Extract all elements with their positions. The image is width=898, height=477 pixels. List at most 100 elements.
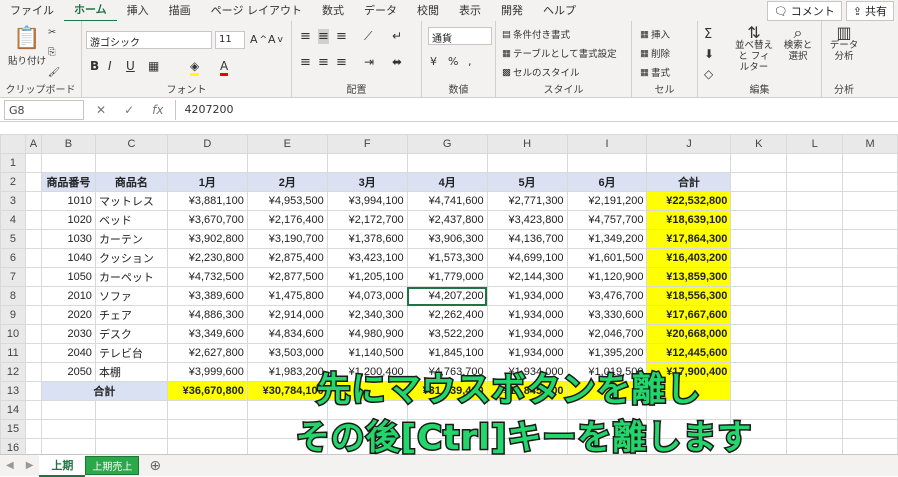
cell[interactable]: ¥20,668,000 bbox=[646, 324, 732, 344]
column-header-l[interactable]: L bbox=[786, 134, 844, 154]
conditional-format-button[interactable]: ▤ 条件付き書式 bbox=[502, 27, 570, 42]
cell[interactable] bbox=[730, 153, 788, 173]
cell[interactable]: ¥1,934,000 bbox=[486, 343, 568, 363]
cell[interactable] bbox=[842, 267, 898, 287]
cell[interactable]: 2010 bbox=[40, 286, 96, 306]
cell[interactable]: ¥3,670,700 bbox=[166, 210, 248, 230]
column-header-c[interactable]: C bbox=[94, 134, 168, 154]
cell[interactable]: ¥2,191,200 bbox=[566, 191, 648, 211]
column-header-h[interactable]: H bbox=[486, 134, 568, 154]
cell[interactable] bbox=[40, 153, 96, 173]
cell[interactable] bbox=[246, 153, 328, 173]
table-header-cell[interactable]: 商品名 bbox=[94, 172, 168, 192]
column-header-j[interactable]: J bbox=[646, 134, 732, 154]
column-header-k[interactable]: K bbox=[730, 134, 788, 154]
cell[interactable] bbox=[24, 153, 42, 173]
underline-icon[interactable]: U bbox=[126, 59, 135, 73]
cell[interactable]: カーペット bbox=[94, 267, 168, 287]
cell[interactable] bbox=[94, 153, 168, 173]
tab-home[interactable]: ホーム bbox=[64, 0, 117, 22]
cell[interactable] bbox=[786, 153, 844, 173]
align-middle-icon[interactable]: ≡ bbox=[318, 29, 329, 44]
cell[interactable]: ベッド bbox=[94, 210, 168, 230]
cell[interactable]: ¥2,230,800 bbox=[166, 248, 248, 268]
column-header-i[interactable]: I bbox=[566, 134, 648, 154]
row-header-1[interactable]: 1 bbox=[0, 153, 26, 173]
insert-cells-button[interactable]: ▦ 挿入 bbox=[640, 27, 670, 42]
cell[interactable]: ¥1,934,000 bbox=[486, 305, 568, 325]
tab-developer[interactable]: 開発 bbox=[491, 0, 533, 21]
column-header-g[interactable]: G bbox=[406, 134, 488, 154]
cell[interactable]: ¥4,980,900 bbox=[326, 324, 408, 344]
cell[interactable] bbox=[842, 305, 898, 325]
cell[interactable]: 1010 bbox=[40, 191, 96, 211]
currency-icon[interactable]: ¥ bbox=[430, 55, 437, 68]
cell[interactable] bbox=[786, 248, 844, 268]
cell[interactable]: ¥2,627,800 bbox=[166, 343, 248, 363]
cell[interactable] bbox=[842, 343, 898, 363]
cell[interactable]: ¥1,120,900 bbox=[566, 267, 648, 287]
orientation-icon[interactable]: ⟋ bbox=[364, 29, 372, 44]
enter-icon[interactable]: ✓ bbox=[124, 103, 134, 117]
cell[interactable]: ¥2,771,300 bbox=[486, 191, 568, 211]
cell[interactable] bbox=[24, 343, 42, 363]
tab-insert[interactable]: 挿入 bbox=[117, 0, 159, 21]
cell[interactable]: ¥22,532,800 bbox=[646, 191, 732, 211]
cell[interactable]: ¥3,190,700 bbox=[246, 229, 328, 249]
share-button[interactable]: ⇪ 共有 bbox=[845, 1, 894, 21]
cell[interactable] bbox=[842, 286, 898, 306]
select-all-corner[interactable] bbox=[0, 134, 26, 154]
cell[interactable] bbox=[786, 286, 844, 306]
cell[interactable]: ¥3,349,600 bbox=[166, 324, 248, 344]
cell[interactable]: ¥4,834,600 bbox=[246, 324, 328, 344]
table-header-cell[interactable]: 合計 bbox=[646, 172, 732, 192]
tab-draw[interactable]: 描画 bbox=[159, 0, 201, 21]
italic-icon[interactable]: I bbox=[108, 59, 112, 73]
cell[interactable]: 1040 bbox=[40, 248, 96, 268]
format-cells-button[interactable]: ▦ 書式 bbox=[640, 65, 670, 80]
cell[interactable]: ¥2,340,300 bbox=[326, 305, 408, 325]
cell[interactable]: 2030 bbox=[40, 324, 96, 344]
cell[interactable]: ¥2,914,000 bbox=[246, 305, 328, 325]
cell[interactable]: マットレス bbox=[94, 191, 168, 211]
column-header-f[interactable]: F bbox=[326, 134, 408, 154]
tab-view[interactable]: 表示 bbox=[449, 0, 491, 21]
cell[interactable]: ¥1,845,100 bbox=[406, 343, 488, 363]
cell[interactable]: ¥1,934,000 bbox=[486, 324, 568, 344]
cell[interactable]: カーテン bbox=[94, 229, 168, 249]
row-header-10[interactable]: 10 bbox=[0, 324, 26, 344]
cell[interactable] bbox=[842, 210, 898, 230]
table-header-cell[interactable]: 4月 bbox=[406, 172, 488, 192]
cell[interactable]: ¥4,886,300 bbox=[166, 305, 248, 325]
cell[interactable] bbox=[786, 324, 844, 344]
cell[interactable]: ¥2,046,700 bbox=[566, 324, 648, 344]
cell[interactable]: ソファ bbox=[94, 286, 168, 306]
cell[interactable]: ¥12,445,600 bbox=[646, 343, 732, 363]
cell[interactable] bbox=[24, 324, 42, 344]
cell[interactable]: ¥4,136,700 bbox=[486, 229, 568, 249]
bold-icon[interactable]: B bbox=[90, 59, 99, 73]
tab-page-layout[interactable]: ページ レイアウト bbox=[201, 0, 312, 21]
cell[interactable]: ¥4,953,500 bbox=[246, 191, 328, 211]
cell[interactable]: 2040 bbox=[40, 343, 96, 363]
cell[interactable] bbox=[730, 210, 788, 230]
cell[interactable] bbox=[786, 305, 844, 325]
fill-color-icon[interactable]: ◈ bbox=[190, 59, 200, 76]
cell[interactable] bbox=[842, 153, 898, 173]
cell[interactable] bbox=[842, 172, 898, 192]
cell[interactable]: ¥4,207,200 bbox=[406, 286, 488, 306]
cell[interactable]: ¥3,423,100 bbox=[326, 248, 408, 268]
font-color-icon[interactable]: A bbox=[220, 59, 229, 76]
cell[interactable] bbox=[786, 267, 844, 287]
cell[interactable] bbox=[786, 229, 844, 249]
column-header-a[interactable]: A bbox=[24, 134, 42, 154]
row-header-11[interactable]: 11 bbox=[0, 343, 26, 363]
cell[interactable] bbox=[24, 248, 42, 268]
cell[interactable]: ¥1,934,000 bbox=[486, 286, 568, 306]
cell[interactable]: ¥4,073,000 bbox=[326, 286, 408, 306]
cell[interactable] bbox=[24, 210, 42, 230]
tab-review[interactable]: 校閲 bbox=[407, 0, 449, 21]
table-header-cell[interactable]: 3月 bbox=[326, 172, 408, 192]
cell[interactable]: デスク bbox=[94, 324, 168, 344]
cell[interactable] bbox=[24, 286, 42, 306]
